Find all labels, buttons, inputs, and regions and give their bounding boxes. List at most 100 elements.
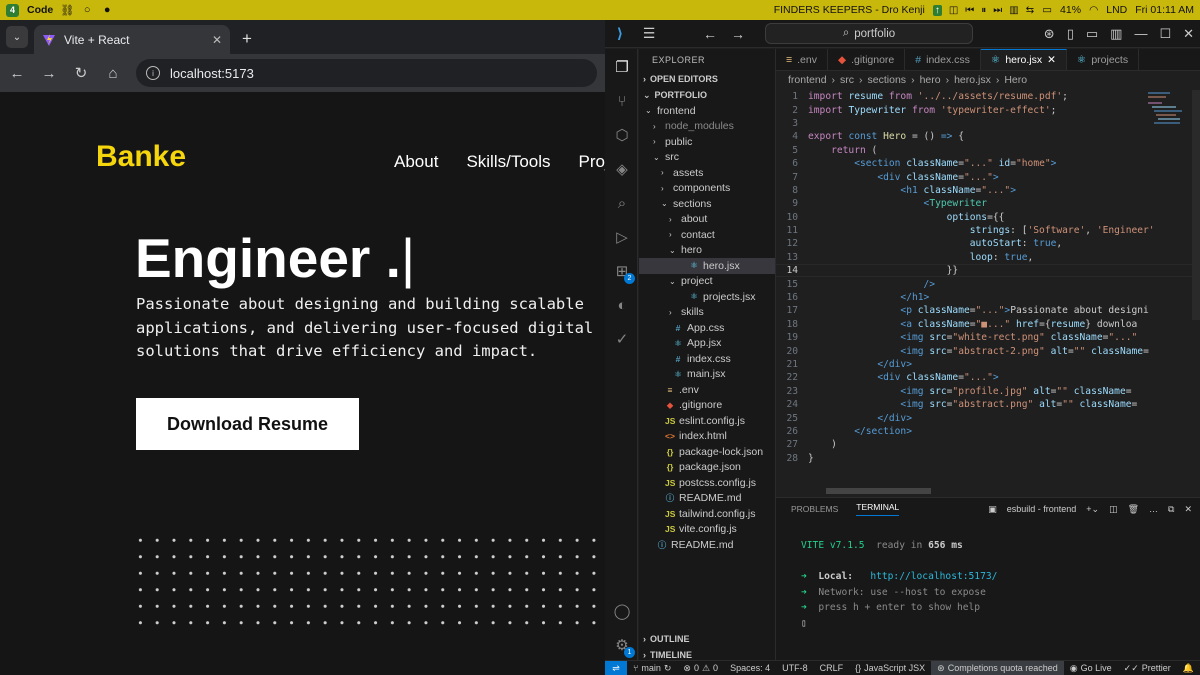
terminal-name[interactable]: esbuild - frontend [1007, 504, 1077, 514]
menu-icon[interactable]: ☰ [639, 25, 659, 42]
language-status[interactable]: {} JavaScript JSX [849, 663, 931, 673]
minimap[interactable] [1146, 90, 1186, 150]
remote-explorer-icon[interactable]: ⬡ [612, 125, 632, 145]
editor-tab[interactable]: # index.css [905, 49, 981, 70]
file-tree-item[interactable]: JS tailwind.config.js [639, 506, 775, 522]
file-tree-item[interactable]: › about [639, 212, 775, 228]
tab-problems[interactable]: PROBLEMS [791, 504, 838, 514]
split-terminal-icon[interactable]: ◫ [1109, 504, 1118, 515]
file-tree-item[interactable]: ⚛ hero.jsx [639, 258, 775, 274]
go-live-button[interactable]: ◉ Go Live [1064, 663, 1118, 674]
indentation-status[interactable]: Spaces: 4 [724, 663, 776, 673]
editor-tab[interactable]: ⚛ hero.jsx ✕ [980, 49, 1067, 70]
code-line[interactable]: 9 <Typewriter [776, 197, 1200, 210]
outline-section[interactable]: › OUTLINE [639, 631, 776, 647]
local-url[interactable]: http://localhost:5173/ [870, 571, 997, 582]
file-tree-item[interactable]: ⌄ project [639, 274, 775, 290]
workspace-badge[interactable]: 4 [6, 3, 19, 17]
file-tree-item[interactable]: ⌄ frontend [639, 103, 775, 119]
explorer-icon[interactable]: ❐ [612, 57, 632, 77]
file-tree-item[interactable]: ⚛ projects.jsx [639, 289, 775, 305]
file-tree-item[interactable]: ⌄ sections [639, 196, 775, 212]
file-tree-item[interactable]: › components [639, 181, 775, 197]
code-line[interactable]: 14 }} [776, 264, 1200, 278]
file-tree-item[interactable]: JS postcss.config.js [639, 475, 775, 491]
run-debug-icon[interactable]: ▷ [612, 227, 632, 247]
code-line[interactable]: 2 import Typewriter from 'typewriter-effe… [776, 103, 1200, 116]
code-line[interactable]: 20 <img src="abstract-2.png" alt="" clas… [776, 344, 1200, 357]
file-tree-item[interactable]: # index.css [639, 351, 775, 367]
code-line[interactable]: 23 <img src="profile.jpg" alt="" classNa… [776, 385, 1200, 398]
file-tree-item[interactable]: ⚛ App.jsx [639, 336, 775, 352]
close-tab-icon[interactable]: ✕ [212, 33, 222, 47]
nav-projects[interactable]: Proj [579, 152, 605, 172]
code-line[interactable]: 17 <p className="...">Passionate about d… [776, 304, 1200, 317]
breadcrumb-item[interactable]: sections [868, 74, 907, 86]
back-icon[interactable]: ← [8, 65, 26, 82]
next-track-icon[interactable]: ⏭ [993, 5, 1002, 16]
command-center[interactable]: ⌕ portfolio [765, 23, 973, 44]
horizontal-scrollbar[interactable] [826, 488, 931, 494]
layout-icon[interactable]: ▥ [1110, 26, 1122, 42]
close-tab-icon[interactable]: ✕ [1047, 54, 1056, 66]
file-tree-item[interactable]: ⌄ src [639, 150, 775, 166]
file-tree-item[interactable]: › contact [639, 227, 775, 243]
site-logo[interactable]: Banke [96, 140, 186, 174]
live-share-icon[interactable]: ◐ [612, 295, 632, 315]
file-tree-item[interactable]: ◆ .gitignore [639, 398, 775, 414]
nav-skills[interactable]: Skills/Tools [466, 152, 550, 172]
close-panel-icon[interactable]: ✕ [1184, 504, 1192, 515]
file-tree-item[interactable]: ⌄ hero [639, 243, 775, 259]
toggle-panel-icon[interactable]: ▭ [1086, 26, 1098, 42]
wifi-icon[interactable]: ◠ [1089, 4, 1098, 16]
code-line[interactable]: 27 ) [776, 438, 1200, 451]
active-app-name[interactable]: Code [27, 4, 53, 16]
extensions-icon[interactable]: ⊞ 2 [612, 261, 635, 284]
update-icon[interactable]: ↑ [932, 4, 942, 16]
file-tree-item[interactable]: # App.css [639, 320, 775, 336]
eol-status[interactable]: CRLF [814, 663, 850, 673]
notifications-icon[interactable]: 🔔 [1177, 663, 1200, 674]
file-tree-item[interactable]: › node_modules [639, 119, 775, 135]
settings-gear-icon[interactable]: ⚙ 1 [612, 635, 635, 658]
switch-icon[interactable]: ⇆ [1026, 5, 1034, 16]
code-line[interactable]: 18 <a className="■..." href={resume} dow… [776, 318, 1200, 331]
encoding-status[interactable]: UTF-8 [776, 663, 814, 673]
more-icon[interactable]: … [1149, 504, 1158, 514]
code-line[interactable]: 28} [776, 452, 1200, 465]
file-tree-item[interactable]: {} package-lock.json [639, 444, 775, 460]
home-icon[interactable]: ⌂ [104, 65, 122, 82]
search-icon[interactable]: ⌕ [612, 193, 632, 213]
editor-tab[interactable]: ◆ .gitignore [828, 49, 906, 70]
code-editor[interactable]: 1 import resume from '../../assets/resume… [776, 90, 1200, 489]
code-line[interactable]: 22 <div className="..."> [776, 371, 1200, 384]
close-window-icon[interactable]: ✕ [1183, 26, 1194, 42]
editor-tab[interactable]: ≡ .env [776, 49, 828, 70]
prettier-status[interactable]: ✓✓ Prettier [1118, 663, 1177, 674]
forward-icon[interactable]: → [40, 65, 58, 82]
url-text[interactable]: localhost:5173 [170, 66, 254, 81]
accounts-icon[interactable]: ◯ [612, 601, 632, 621]
battery-icon[interactable]: ▭ [1042, 4, 1052, 16]
problems-status[interactable]: ⊗ 0 ⚠ 0 [677, 663, 724, 674]
tab-terminal[interactable]: TERMINAL [856, 502, 900, 516]
code-line[interactable]: 21 </div> [776, 358, 1200, 371]
nav-back-icon[interactable]: ← [703, 26, 717, 42]
toggle-sidebar-icon[interactable]: ▯ [1067, 26, 1074, 42]
breadcrumb-item[interactable]: hero.jsx [954, 74, 991, 86]
file-tree-item[interactable]: › assets [639, 165, 775, 181]
nav-about[interactable]: About [394, 152, 438, 172]
python-icon[interactable]: ◈ [612, 159, 632, 179]
testing-icon[interactable]: ✓ [612, 329, 632, 349]
breadcrumb-item[interactable]: hero [920, 74, 941, 86]
reload-icon[interactable]: ↻ [72, 64, 90, 82]
minimize-icon[interactable]: — [1134, 26, 1147, 41]
code-line[interactable]: 15 /> [776, 277, 1200, 290]
address-bar[interactable]: i localhost:5173 [136, 59, 597, 87]
code-line[interactable]: 10 options={{ [776, 211, 1200, 224]
code-line[interactable]: 25 </div> [776, 411, 1200, 424]
code-line[interactable]: 1 import resume from '../../assets/resume… [776, 90, 1200, 103]
maximize-panel-icon[interactable]: ⧉ [1168, 504, 1174, 515]
branch-status[interactable]: ⑂ main ↻ [627, 663, 677, 674]
editor-tab[interactable]: ⚛ projects [1067, 49, 1140, 70]
